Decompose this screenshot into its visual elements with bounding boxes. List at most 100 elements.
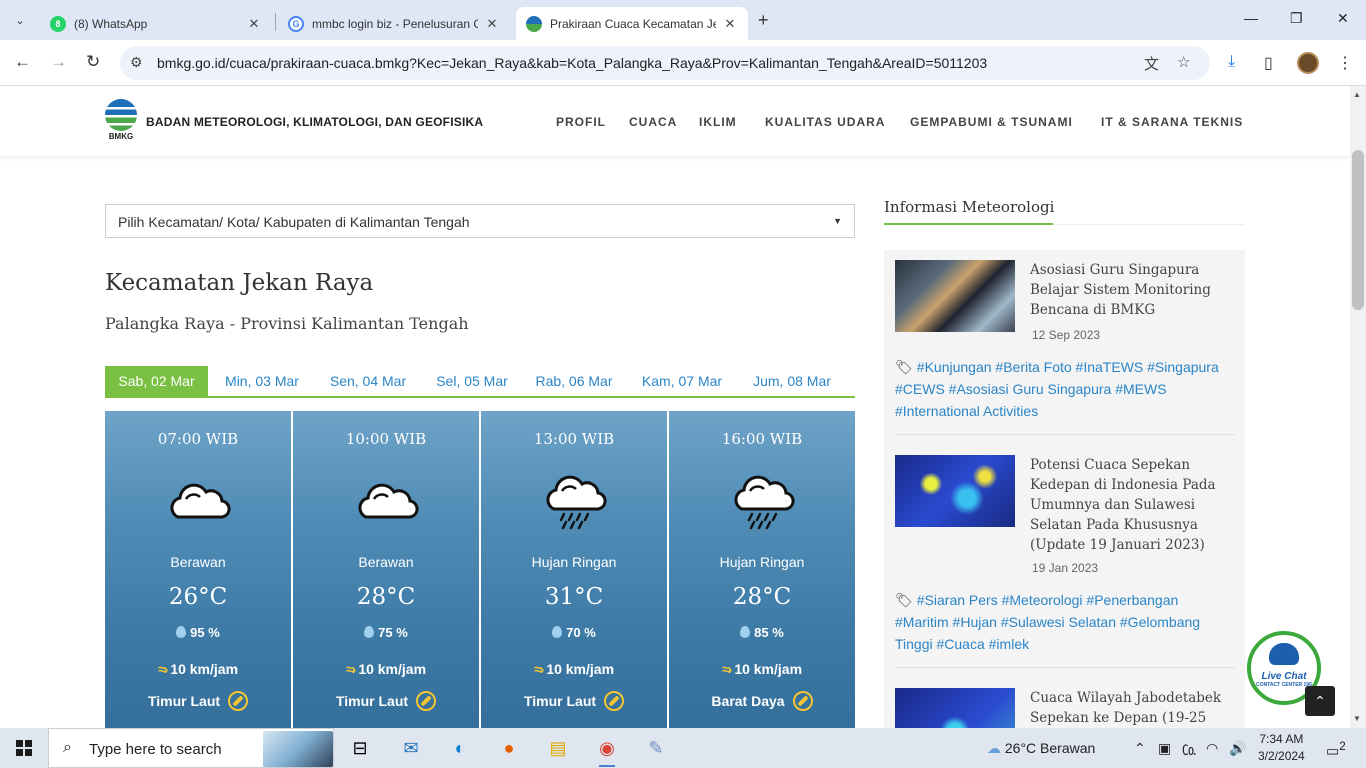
menu-icon[interactable]: ⋮ [1337,53,1353,73]
mail-icon[interactable]: ✉ [397,734,425,762]
close-window-button[interactable]: ✕ [1337,10,1349,27]
forward-button[interactable]: → [50,52,67,72]
forecast-temperature: 28°C [356,584,416,610]
hidden-icons-chevron-icon[interactable]: ⌃ [1134,740,1146,757]
forecast-temperature: 31°C [544,584,604,610]
forecast-card[interactable]: 16:00 WIB Hujan Ringan 28°C 85 % ≈› 10 km… [669,411,855,728]
reload-button[interactable]: ↻ [86,52,100,72]
news-title[interactable]: Asosiasi Guru Singapura Belajar Sistem M… [1030,260,1230,320]
taskbar-search-box[interactable]: ⌕ Type here to search [48,728,334,768]
forecast-time: 10:00 WIB [345,430,427,448]
compass-icon [792,691,813,711]
new-tab-button[interactable]: + [758,10,769,31]
day-tab[interactable]: Min, 03 Mar [213,366,311,396]
news-item[interactable]: Potensi Cuaca Sepekan Kedepan di Indones… [895,455,1235,668]
org-name[interactable]: BADAN METEOROLOGI, KLIMATOLOGI, DAN GEOF… [146,115,483,129]
region-select[interactable]: Pilih Kecamatan/ Kota/ Kabupaten di Kali… [105,204,855,238]
chrome-icon[interactable]: ◉ [593,734,621,767]
nav-it-sarana-teknis[interactable]: IT & SARANA TEKNIS [1101,115,1243,129]
tab-search-button[interactable]: ⌄ [8,8,32,32]
cloud-icon: ☁ [987,740,1001,756]
news-item[interactable]: Cuaca Wilayah Jabodetabek Sepekan ke Dep… [895,688,1235,728]
forecast-temperature: 28°C [732,584,792,610]
minimize-button[interactable]: — [1244,10,1258,26]
bookmark-star-icon[interactable]: ☆ [1177,53,1190,71]
day-tab[interactable]: Jum, 08 Mar [741,366,843,396]
day-tab[interactable]: Sel, 05 Mar [423,366,521,396]
site-info-icon[interactable]: ⚙ [130,54,143,71]
download-icon[interactable]: ⤓ [1228,53,1235,71]
humidity-value: 75 % [378,625,408,640]
close-icon[interactable]: ✕ [246,16,262,32]
bmkg-icon [526,15,542,32]
address-bar[interactable]: ⚙ bmkg.go.id/cuaca/prakiraan-cuaca.bmkg?… [120,46,1210,80]
taskbar-weather[interactable]: ☁ 26°C Berawan [987,740,1095,757]
windows-start-icon[interactable] [16,740,32,756]
forecast-card[interactable]: 10:00 WIB Berawan 28°C 75 % ≈› 10 km/jam … [293,411,479,728]
forecast-direction: Timur Laut [293,691,479,711]
close-icon[interactable]: ✕ [484,16,500,32]
day-tab[interactable]: Rab, 06 Mar [525,366,623,396]
forecast-card[interactable]: 13:00 WIB Hujan Ringan 31°C 70 % ≈› 10 km… [481,411,667,728]
close-icon[interactable]: ✕ [722,16,738,32]
forecast-condition: Berawan [170,554,226,570]
wind-speed: 10 km/jam [170,661,239,677]
firefox-icon[interactable]: ● [495,734,523,762]
bmkg-logo[interactable]: BMKG [105,99,137,143]
input-language-icon[interactable]: ㏇ [1182,740,1196,760]
profile-avatar[interactable] [1297,52,1319,74]
tab-bmkg[interactable]: Prakiraan Cuaca Kecamatan Jek ✕ [516,7,748,40]
browser-tab-strip: ⌄ 8 (8) WhatsApp ✕ G mmbc login biz - Pe… [0,0,1366,40]
notification-count: 2 [1339,740,1346,753]
news-title[interactable]: Potensi Cuaca Sepekan Kedepan di Indones… [1030,455,1230,555]
file-explorer-icon[interactable]: ▤ [544,734,572,762]
tab-google-search[interactable]: G mmbc login biz - Penelusuran G ✕ [278,7,510,40]
tag-list[interactable]: #Kunjungan #Berita Foto #InaTEWS #Singap… [895,359,1219,419]
clock-date: 3/2/2024 [1258,749,1305,763]
restore-button[interactable]: ❐ [1290,10,1303,27]
wifi-icon[interactable]: ◠ [1206,740,1218,757]
nav-kualitas-udara[interactable]: KUALITAS UDARA [765,115,885,129]
news-thumbnail[interactable] [895,455,1015,527]
paint-icon[interactable]: ✎ [642,734,670,762]
news-tags[interactable]: 🏷 #Kunjungan #Berita Foto #InaTEWS #Singa… [895,356,1225,422]
volume-icon[interactable]: 🔊 [1229,740,1246,757]
translate-icon[interactable]: 文 [1144,53,1159,74]
news-thumbnail[interactable] [895,260,1015,332]
nav-cuaca[interactable]: CUACA [629,115,677,129]
page-scrollbar[interactable]: ▲ ▼ [1350,86,1366,728]
news-item[interactable]: Asosiasi Guru Singapura Belajar Sistem M… [895,260,1235,435]
scrollbar-thumb[interactable] [1352,150,1364,310]
rain-cloud-icon [734,475,795,530]
day-tab[interactable]: Sen, 04 Mar [319,366,417,396]
taskbar-clock[interactable]: 7:34 AM 3/2/2024 [1258,731,1305,765]
tag-list[interactable]: #Siaran Pers #Meteorologi #Penerbangan #… [895,592,1200,652]
nav-profil[interactable]: PROFIL [556,115,606,129]
nav-iklim[interactable]: IKLIM [699,115,737,129]
live-chat-sublabel: CONTACT CENTER 196 [1256,681,1312,688]
scroll-down-icon[interactable]: ▼ [1353,714,1361,723]
divider [895,434,1235,435]
meet-now-icon[interactable]: ▣ [1158,740,1171,757]
edge-icon[interactable]: ◐ [446,734,474,762]
forecast-card[interactable]: 07:00 WIB Berawan 26°C 95 % ≈› 10 km/jam … [105,411,291,728]
news-thumbnail[interactable] [895,688,1015,728]
news-date: 12 Sep 2023 [1032,328,1101,342]
scroll-up-icon[interactable]: ▲ [1353,90,1361,99]
site-header: BMKG BADAN METEOROLOGI, KLIMATOLOGI, DAN… [0,86,1350,156]
side-panel-icon[interactable]: ▯ [1264,53,1273,73]
day-tab[interactable]: Sab, 02 Mar [105,366,208,396]
nav-gempabumi-tsunami[interactable]: GEMPABUMI & TSUNAMI [910,115,1073,129]
back-button[interactable]: ← [14,52,31,72]
task-view-icon[interactable]: ⊟ [346,734,374,762]
tab-whatsapp[interactable]: 8 (8) WhatsApp ✕ [40,7,272,40]
news-title[interactable]: Cuaca Wilayah Jabodetabek Sepekan ke Dep… [1030,688,1230,728]
scroll-to-top-button[interactable]: ⌃ [1305,686,1335,716]
cloud-icon [358,483,419,519]
notifications-icon[interactable]: ▭2 [1326,740,1346,760]
search-highlight-image[interactable] [263,731,333,767]
day-tab[interactable]: Kam, 07 Mar [631,366,733,396]
news-tags[interactable]: 🏷 #Siaran Pers #Meteorologi #Penerbangan … [895,589,1225,655]
url-text[interactable]: bmkg.go.id/cuaca/prakiraan-cuaca.bmkg?Ke… [157,55,987,71]
live-chat-label: Live Chat [1261,670,1307,682]
